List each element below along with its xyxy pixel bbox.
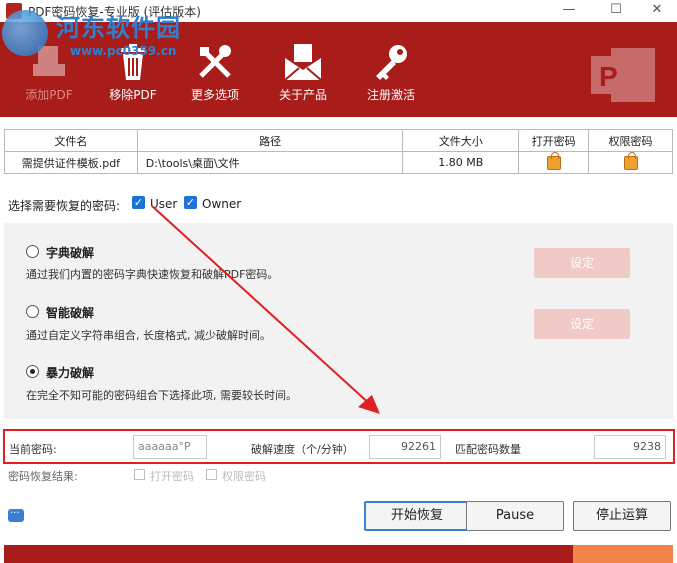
add-pdf-icon	[33, 46, 65, 76]
chat-icon[interactable]	[8, 505, 24, 522]
more-options-label: 更多选项	[190, 88, 239, 102]
smart-attack-radio[interactable]	[26, 305, 39, 318]
user-checkbox[interactable]: ✓	[132, 196, 145, 209]
matched-count-label: 匹配密码数量	[455, 443, 521, 456]
dictionary-attack-title[interactable]: 字典破解	[46, 244, 94, 261]
result-permission-label: 权限密码	[222, 470, 266, 483]
file-size-cell: 1.80 MB	[402, 151, 520, 174]
brute-force-desc: 在完全不知可能的密码组合下选择此项, 需要较长时间。	[26, 389, 297, 402]
attack-options-panel: 字典破解 通过我们内置的密码字典快速恢复和破解PDF密码。 设定 智能破解 通过…	[4, 223, 673, 419]
speed-field: 92261	[369, 435, 441, 459]
progress-fill	[4, 545, 573, 563]
file-table: 文件名 路径 文件大小 打开密码 权限密码 需提供证件模板.pdf D:\too…	[4, 129, 673, 174]
pause-button[interactable]: Pause	[466, 501, 564, 531]
close-button[interactable]: ✕	[637, 0, 677, 22]
progress-bar	[4, 545, 673, 563]
start-recovery-button[interactable]: 开始恢复	[364, 501, 470, 531]
password-select-label: 选择需要恢复的密码:	[8, 199, 121, 213]
maximize-button[interactable]: ☐	[596, 0, 636, 22]
permission-password-cell	[588, 151, 673, 174]
stop-button[interactable]: 停止运算	[573, 501, 671, 531]
matched-count-field: 9238	[594, 435, 666, 459]
dictionary-attack-desc: 通过我们内置的密码字典快速恢复和破解PDF密码。	[26, 268, 279, 281]
column-header-path[interactable]: 路径	[136, 129, 404, 152]
file-name-cell: 需提供证件模板.pdf	[4, 151, 138, 174]
remove-pdf-label: 移除PDF	[109, 88, 157, 102]
about-button[interactable]: 关于产品	[270, 22, 336, 117]
app-icon	[6, 3, 22, 19]
smart-attack-title[interactable]: 智能破解	[46, 304, 94, 321]
brute-force-radio[interactable]	[26, 365, 39, 378]
register-label: 注册激活	[366, 88, 415, 102]
current-password-field: aaaaaa°P	[133, 435, 207, 459]
column-header-permission-password[interactable]: 权限密码	[588, 129, 673, 152]
result-label: 密码恢复结果:	[8, 470, 78, 483]
lock-icon	[623, 151, 638, 170]
column-header-filename[interactable]: 文件名	[4, 129, 138, 152]
status-row: 当前密码: aaaaaa°P 破解速度（个/分钟） 92261 匹配密码数量 9…	[3, 429, 675, 464]
remove-pdf-button[interactable]: 移除PDF	[100, 22, 166, 117]
smart-attack-desc: 通过自定义字符串组合, 长度格式, 减少破解时间。	[26, 329, 271, 342]
table-header: 文件名 路径 文件大小 打开密码 权限密码	[4, 129, 673, 152]
owner-checkbox-label[interactable]: Owner	[202, 197, 241, 211]
speed-label: 破解速度（个/分钟）	[251, 443, 354, 456]
result-open-label: 打开密码	[150, 470, 194, 483]
minimize-button[interactable]: —	[549, 0, 589, 22]
user-checkbox-label[interactable]: User	[150, 197, 177, 211]
dictionary-settings-button[interactable]: 设定	[534, 248, 630, 278]
dictionary-attack-radio[interactable]	[26, 245, 39, 258]
key-icon	[376, 45, 407, 80]
register-button[interactable]: 注册激活	[358, 22, 424, 117]
more-options-button[interactable]: 更多选项	[182, 22, 248, 117]
svg-text:P: P	[599, 61, 618, 92]
title-bar: PDF密码恢复-专业版 (评估版本) — ☐ ✕	[0, 0, 677, 22]
trash-icon	[121, 44, 145, 80]
toolbar: 添加PDF 移除PDF 更多选项 关于产品 注册激活 P	[0, 22, 677, 117]
owner-checkbox[interactable]: ✓	[184, 196, 197, 209]
file-path-cell: D:\tools\桌面\文件	[136, 151, 404, 174]
window-title: PDF密码恢复-专业版 (评估版本)	[28, 5, 201, 19]
envelope-icon	[284, 44, 322, 81]
column-header-size[interactable]: 文件大小	[402, 129, 520, 152]
add-pdf-label: 添加PDF	[25, 88, 73, 102]
table-row[interactable]: 需提供证件模板.pdf D:\tools\桌面\文件 1.80 MB	[4, 151, 673, 174]
current-password-label: 当前密码:	[9, 443, 57, 456]
tools-icon	[199, 45, 231, 78]
add-pdf-button[interactable]: 添加PDF	[14, 22, 84, 117]
result-open-checkbox[interactable]	[134, 469, 145, 480]
brute-force-title[interactable]: 暴力破解	[46, 364, 94, 381]
powerpoint-pdf-logo: P	[591, 48, 655, 102]
lock-icon	[546, 151, 561, 170]
smart-settings-button[interactable]: 设定	[534, 309, 630, 339]
column-header-open-password[interactable]: 打开密码	[518, 129, 590, 152]
about-label: 关于产品	[278, 88, 327, 102]
open-password-cell	[518, 151, 590, 174]
result-permission-checkbox[interactable]	[206, 469, 217, 480]
